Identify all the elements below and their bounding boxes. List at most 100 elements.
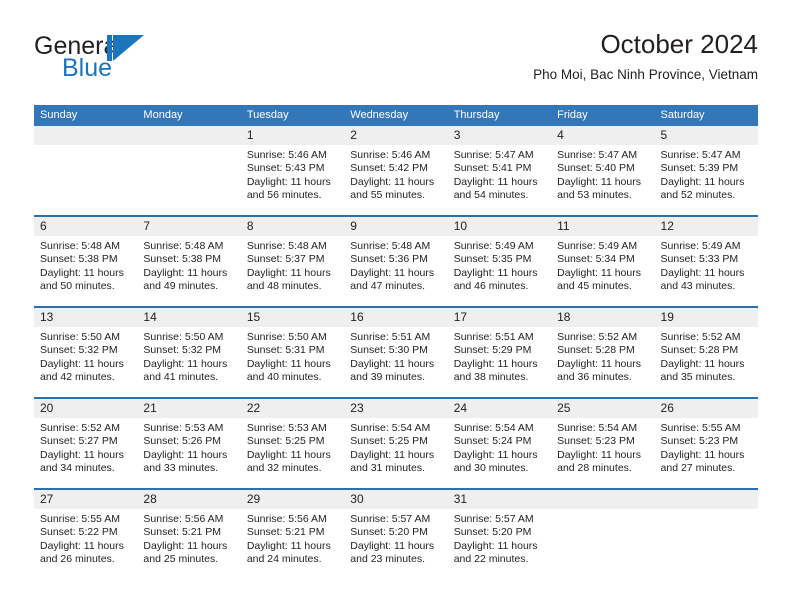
calendar-day-cell[interactable]: 30 Sunrise: 5:57 AM Sunset: 5:20 PM Dayligh… <box>344 490 448 579</box>
calendar-week-row: 13 Sunrise: 5:50 AM Sunset: 5:32 PM Dayligh… <box>34 306 758 397</box>
calendar-day-cell[interactable]: 27 Sunrise: 5:55 AM Sunset: 5:22 PM Dayligh… <box>34 490 138 579</box>
day-detail-line: and 34 minutes. <box>40 462 115 475</box>
calendar-day-cell[interactable]: 18 Sunrise: 5:52 AM Sunset: 5:28 PM Dayligh… <box>551 308 655 397</box>
day-detail-line: and 43 minutes. <box>660 280 736 293</box>
calendar-day-cell[interactable]: 26 Sunrise: 5:55 AM Sunset: 5:23 PM Dayligh… <box>654 399 758 488</box>
day-details <box>551 509 654 513</box>
day-details <box>137 145 240 149</box>
calendar-day-cell[interactable]: 28 Sunrise: 5:56 AM Sunset: 5:21 PM Dayligh… <box>137 490 241 579</box>
day-number: 28 <box>137 490 241 509</box>
day-detail-line: Sunrise: 5:47 AM <box>453 149 534 161</box>
day-detail-line: and 26 minutes. <box>40 553 115 566</box>
day-detail-line: Daylight: 11 hours <box>453 175 538 188</box>
calendar-day-cell[interactable]: 21 Sunrise: 5:53 AM Sunset: 5:26 PM Dayligh… <box>137 399 241 488</box>
day-detail-line: Daylight: 11 hours <box>453 539 538 552</box>
calendar-day-cell[interactable]: 11 Sunrise: 5:49 AM Sunset: 5:34 PM Dayligh… <box>551 217 655 306</box>
day-detail-line: Daylight: 11 hours <box>660 175 745 188</box>
calendar-day-cell[interactable]: 10 Sunrise: 5:49 AM Sunset: 5:35 PM Dayligh… <box>447 217 552 306</box>
day-detail-line: Sunset: 5:22 PM <box>40 526 118 539</box>
calendar-day-cell[interactable]: 31 Sunrise: 5:57 AM Sunset: 5:20 PM Dayligh… <box>447 490 552 579</box>
day-detail-line: Sunrise: 5:53 AM <box>143 422 224 434</box>
day-details <box>655 509 758 513</box>
calendar-day-cell[interactable]: 2 Sunrise: 5:46 AM Sunset: 5:42 PM Daylight… <box>344 126 448 215</box>
day-detail-line: Daylight: 11 hours <box>350 175 435 188</box>
calendar-day-cell[interactable]: 24 Sunrise: 5:54 AM Sunset: 5:24 PM Dayligh… <box>447 399 552 488</box>
day-details: Sunrise: 5:50 AM Sunset: 5:31 PM Daylight:… <box>241 327 344 385</box>
day-number: 8 <box>240 217 345 236</box>
weekday-header-tuesday: Tuesday <box>246 109 289 121</box>
calendar-day-cell[interactable]: 3 Sunrise: 5:47 AM Sunset: 5:41 PM Daylight… <box>447 126 552 215</box>
calendar-day-cell[interactable]: 7 Sunrise: 5:48 AM Sunset: 5:38 PM Daylight… <box>137 217 241 306</box>
day-detail-line: Sunset: 5:35 PM <box>453 253 532 266</box>
day-number: 15 <box>240 308 345 327</box>
blue-flag-triangle-icon <box>107 33 144 77</box>
day-details: Sunrise: 5:54 AM Sunset: 5:25 PM Daylight:… <box>344 418 447 476</box>
day-detail-line: Sunset: 5:24 PM <box>453 435 532 448</box>
calendar-day-cell[interactable]: 16 Sunrise: 5:51 AM Sunset: 5:30 PM Dayligh… <box>344 308 448 397</box>
day-detail-line: Sunrise: 5:55 AM <box>660 422 741 434</box>
calendar-day-cell[interactable]: 14 Sunrise: 5:50 AM Sunset: 5:32 PM Dayligh… <box>137 308 241 397</box>
day-details: Sunrise: 5:47 AM Sunset: 5:40 PM Daylight:… <box>551 145 654 203</box>
day-detail-line: Sunset: 5:31 PM <box>246 344 325 357</box>
day-number: 14 <box>137 308 241 327</box>
calendar-day-cell[interactable]: 1 Sunrise: 5:46 AM Sunset: 5:43 PM Daylight… <box>240 126 345 215</box>
day-details: Sunrise: 5:54 AM Sunset: 5:23 PM Daylight:… <box>551 418 654 476</box>
calendar-weeks: 1 Sunrise: 5:46 AM Sunset: 5:43 PM Daylight… <box>34 126 758 579</box>
calendar-day-cell[interactable]: 23 Sunrise: 5:54 AM Sunset: 5:25 PM Dayligh… <box>344 399 448 488</box>
day-detail-line: Daylight: 11 hours <box>453 266 538 279</box>
day-detail-line: and 31 minutes. <box>350 462 425 475</box>
day-number <box>34 126 138 145</box>
day-number: 6 <box>34 217 138 236</box>
day-detail-line: Sunrise: 5:52 AM <box>557 331 638 343</box>
calendar-day-cell[interactable]: 20 Sunrise: 5:52 AM Sunset: 5:27 PM Dayligh… <box>34 399 138 488</box>
day-detail-line: Sunset: 5:30 PM <box>350 344 428 357</box>
day-detail-line: Daylight: 11 hours <box>246 357 331 370</box>
calendar-day-cell[interactable]: 25 Sunrise: 5:54 AM Sunset: 5:23 PM Dayligh… <box>551 399 655 488</box>
day-detail-line: Sunset: 5:38 PM <box>40 253 118 266</box>
day-detail-line: Sunset: 5:43 PM <box>246 162 325 175</box>
day-detail-line: Sunset: 5:42 PM <box>350 162 428 175</box>
day-detail-line: Sunrise: 5:55 AM <box>40 513 120 525</box>
day-number: 30 <box>344 490 448 509</box>
calendar-day-cell[interactable]: 22 Sunrise: 5:53 AM Sunset: 5:25 PM Dayligh… <box>240 399 345 488</box>
calendar-day-cell[interactable]: 13 Sunrise: 5:50 AM Sunset: 5:32 PM Dayligh… <box>34 308 138 397</box>
calendar-day-cell[interactable]: 9 Sunrise: 5:48 AM Sunset: 5:36 PM Daylight… <box>344 217 448 306</box>
day-details <box>34 145 137 149</box>
day-detail-line: and 50 minutes. <box>40 280 115 293</box>
calendar-day-cell[interactable]: 8 Sunrise: 5:48 AM Sunset: 5:37 PM Daylight… <box>240 217 345 306</box>
day-detail-line: and 24 minutes. <box>246 553 322 566</box>
day-details: Sunrise: 5:51 AM Sunset: 5:29 PM Daylight:… <box>448 327 551 385</box>
day-number: 19 <box>654 308 758 327</box>
calendar-day-cell[interactable]: 5 Sunrise: 5:47 AM Sunset: 5:39 PM Daylight… <box>654 126 758 215</box>
day-details: Sunrise: 5:53 AM Sunset: 5:25 PM Daylight:… <box>241 418 344 476</box>
day-detail-line: Daylight: 11 hours <box>557 266 641 279</box>
general-blue-logo[interactable]: General Blue <box>34 32 234 90</box>
day-detail-line: Sunrise: 5:56 AM <box>246 513 327 525</box>
day-details: Sunrise: 5:48 AM Sunset: 5:38 PM Daylight:… <box>137 236 240 294</box>
calendar-day-cell[interactable]: 19 Sunrise: 5:52 AM Sunset: 5:28 PM Dayligh… <box>654 308 758 397</box>
calendar-day-cell[interactable]: 6 Sunrise: 5:48 AM Sunset: 5:38 PM Daylight… <box>34 217 138 306</box>
day-number: 21 <box>137 399 241 418</box>
day-detail-line: Sunset: 5:32 PM <box>40 344 118 357</box>
day-details: Sunrise: 5:52 AM Sunset: 5:28 PM Daylight:… <box>551 327 654 385</box>
day-detail-line: and 49 minutes. <box>143 280 219 293</box>
day-detail-line: and 27 minutes. <box>660 462 736 475</box>
day-detail-line: and 38 minutes. <box>453 371 529 384</box>
day-detail-line: Sunset: 5:20 PM <box>350 526 428 539</box>
calendar-day-cell[interactable]: 15 Sunrise: 5:50 AM Sunset: 5:31 PM Dayligh… <box>240 308 345 397</box>
day-detail-line: Daylight: 11 hours <box>350 448 435 461</box>
day-detail-line: and 41 minutes. <box>143 371 219 384</box>
day-details: Sunrise: 5:46 AM Sunset: 5:43 PM Daylight:… <box>241 145 344 203</box>
day-detail-line: Sunset: 5:38 PM <box>143 253 222 266</box>
day-detail-line: Sunrise: 5:47 AM <box>660 149 741 161</box>
day-number: 11 <box>551 217 655 236</box>
calendar-day-cell[interactable]: 12 Sunrise: 5:49 AM Sunset: 5:33 PM Dayligh… <box>654 217 758 306</box>
day-detail-line: Daylight: 11 hours <box>143 539 228 552</box>
calendar-day-cell[interactable]: 17 Sunrise: 5:51 AM Sunset: 5:29 PM Dayligh… <box>447 308 552 397</box>
day-number: 18 <box>551 308 655 327</box>
day-details: Sunrise: 5:57 AM Sunset: 5:20 PM Daylight:… <box>448 509 551 567</box>
calendar-day-cell[interactable]: 4 Sunrise: 5:47 AM Sunset: 5:40 PM Daylight… <box>551 126 655 215</box>
day-detail-line: Daylight: 11 hours <box>40 357 124 370</box>
calendar-day-cell-empty <box>654 490 758 579</box>
calendar-day-cell[interactable]: 29 Sunrise: 5:56 AM Sunset: 5:21 PM Dayligh… <box>240 490 345 579</box>
